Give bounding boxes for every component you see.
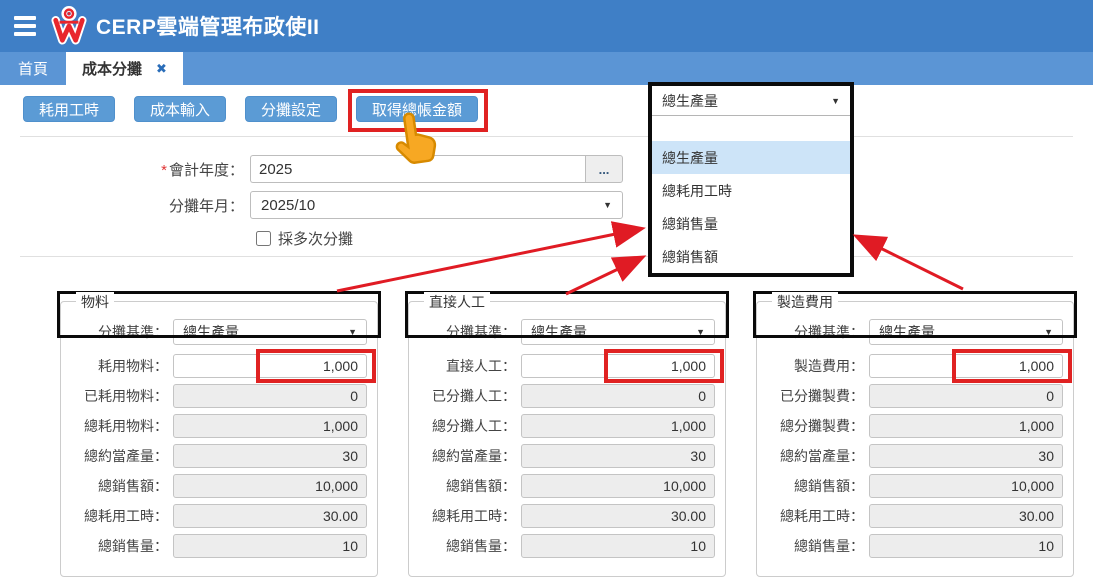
basis-label: 分攤基準：: [63, 322, 173, 342]
field-label: 總約當產量：: [759, 446, 869, 466]
total-sales-qty-input: [173, 534, 367, 558]
overlay-option-list: 總生產量 總耗用工時 總銷售量 總銷售額: [652, 141, 850, 273]
basis-select-overhead[interactable]: 總生產量 ▼: [869, 319, 1063, 345]
fiscal-year-lookup-button[interactable]: ...: [585, 155, 623, 183]
allocated-overhead-input: [869, 384, 1063, 408]
alloc-month-select[interactable]: 2025/10 ▼: [250, 191, 623, 219]
consumed-hours-button[interactable]: 耗用工時: [23, 96, 115, 122]
get-ledger-amount-button[interactable]: 取得總帳金額: [356, 96, 478, 122]
field-label: 總銷售量：: [411, 536, 521, 556]
app-title: CERP雲端管理布政使II: [96, 11, 320, 41]
field-label: 直接人工：: [411, 356, 521, 376]
total-sales-amount-input: [173, 474, 367, 498]
equivalent-units-input: [173, 444, 367, 468]
overlay-selected-value: 總生產量: [662, 91, 718, 111]
allocated-materials-input: [173, 384, 367, 408]
panel-overhead-title: 製造費用: [772, 292, 838, 312]
direct-labor-input[interactable]: [521, 354, 715, 378]
field-label: 總耗用物料：: [63, 416, 173, 436]
total-allocated-labor-input: [521, 414, 715, 438]
main-form: *會計年度： ... 分攤年月： 2025/10 ▼ 採多次分攤: [0, 155, 1093, 249]
total-hours-input: [869, 504, 1063, 528]
field-label: 總銷售額：: [759, 476, 869, 496]
menu-icon[interactable]: [14, 16, 36, 36]
total-sales-amount-input: [521, 474, 715, 498]
alloc-month-value: 2025/10: [261, 197, 315, 214]
field-label: 總銷售額：: [63, 476, 173, 496]
field-label: 總銷售額：: [411, 476, 521, 496]
alloc-month-label: 分攤年月：: [0, 195, 250, 216]
dropdown-arrow-icon: ▼: [348, 327, 357, 337]
field-label: 總分攤人工：: [411, 416, 521, 436]
field-label: 總約當產量：: [63, 446, 173, 466]
overlay-option-total-sales-amount[interactable]: 總銷售額: [652, 240, 850, 273]
basis-select-materials[interactable]: 總生產量 ▼: [173, 319, 367, 345]
total-sales-qty-input: [869, 534, 1063, 558]
field-label: 總耗用工時：: [63, 506, 173, 526]
field-label: 總分攤製費：: [759, 416, 869, 436]
separator: [20, 136, 1073, 137]
total-materials-input: [173, 414, 367, 438]
panel-direct-labor-title: 直接人工: [424, 292, 490, 312]
separator: [20, 256, 1073, 257]
total-hours-input: [521, 504, 715, 528]
dropdown-arrow-icon: ▼: [1044, 327, 1053, 337]
field-label: 已分攤製費：: [759, 386, 869, 406]
basis-value: 總生產量: [183, 322, 239, 342]
tab-cost-allocation-label: 成本分攤: [82, 58, 142, 79]
field-label: 總銷售量：: [759, 536, 869, 556]
overlay-option-total-hours[interactable]: 總耗用工時: [652, 174, 850, 207]
basis-value: 總生產量: [531, 322, 587, 342]
tab-bar: 首頁 成本分攤 ✖: [0, 52, 1093, 85]
basis-select-direct-labor[interactable]: 總生產量 ▼: [521, 319, 715, 345]
fiscal-year-input[interactable]: [250, 155, 585, 183]
field-label: 製造費用：: [759, 356, 869, 376]
total-allocated-overhead-input: [869, 414, 1063, 438]
basis-label: 分攤基準：: [411, 322, 521, 342]
annotation-arrow-2: [566, 258, 641, 294]
app-header: CERP雲端管理布政使II: [0, 0, 1093, 52]
field-label: 已耗用物料：: [63, 386, 173, 406]
overlay-option-total-sales-qty[interactable]: 總銷售量: [652, 207, 850, 240]
allocated-labor-input: [521, 384, 715, 408]
total-hours-input: [173, 504, 367, 528]
field-label: 總銷售量：: [63, 536, 173, 556]
panel-manufacturing-overhead: 製造費用 分攤基準： 總生產量 ▼ 製造費用： 已分攤製費： 總分攤製費：: [756, 301, 1074, 577]
overlay-basis-select[interactable]: 總生產量 ▼: [652, 86, 850, 116]
multi-alloc-checkbox[interactable]: [256, 231, 271, 246]
field-label: 總耗用工時：: [759, 506, 869, 526]
basis-label: 分攤基準：: [759, 322, 869, 342]
tab-home[interactable]: 首頁: [0, 52, 66, 85]
dropdown-arrow-icon: ▼: [603, 200, 612, 210]
toolbar: 耗用工時 成本輸入 分攤設定 取得總帳金額: [23, 96, 1093, 122]
manufacturing-overhead-input[interactable]: [869, 354, 1063, 378]
basis-value: 總生產量: [879, 322, 935, 342]
total-sales-amount-input: [869, 474, 1063, 498]
dropdown-arrow-icon: ▼: [696, 327, 705, 337]
field-label: 已分攤人工：: [411, 386, 521, 406]
field-label: 總約當產量：: [411, 446, 521, 466]
basis-dropdown-overlay: 總生產量 ▼ 總生產量 總耗用工時 總銷售量 總銷售額: [648, 82, 854, 277]
panel-materials-title: 物料: [76, 292, 114, 312]
tab-cost-allocation[interactable]: 成本分攤 ✖: [66, 52, 183, 85]
multi-alloc-label: 採多次分攤: [278, 228, 353, 249]
panel-direct-labor: 直接人工 分攤基準： 總生產量 ▼ 直接人工： 已分攤人工： 總分攤人工：: [408, 301, 726, 577]
total-sales-qty-input: [521, 534, 715, 558]
allocation-settings-button[interactable]: 分攤設定: [245, 96, 337, 122]
overlay-option-total-production[interactable]: 總生產量: [652, 141, 850, 174]
dropdown-arrow-icon: ▼: [831, 96, 840, 106]
consumed-materials-input[interactable]: [173, 354, 367, 378]
tab-close-icon[interactable]: ✖: [156, 61, 167, 77]
required-asterisk: *: [161, 162, 167, 179]
equivalent-units-input: [521, 444, 715, 468]
field-label: 總耗用工時：: [411, 506, 521, 526]
equivalent-units-input: [869, 444, 1063, 468]
brand-logo-icon: [50, 6, 88, 46]
cost-input-button[interactable]: 成本輸入: [134, 96, 226, 122]
field-label: 耗用物料：: [63, 356, 173, 376]
panel-materials: 物料 分攤基準： 總生產量 ▼ 耗用物料： 已耗用物料： 總耗用物料：: [60, 301, 378, 577]
fiscal-year-label: *會計年度：: [0, 159, 250, 180]
cost-panels: 物料 分攤基準： 總生產量 ▼ 耗用物料： 已耗用物料： 總耗用物料：: [60, 301, 1093, 577]
